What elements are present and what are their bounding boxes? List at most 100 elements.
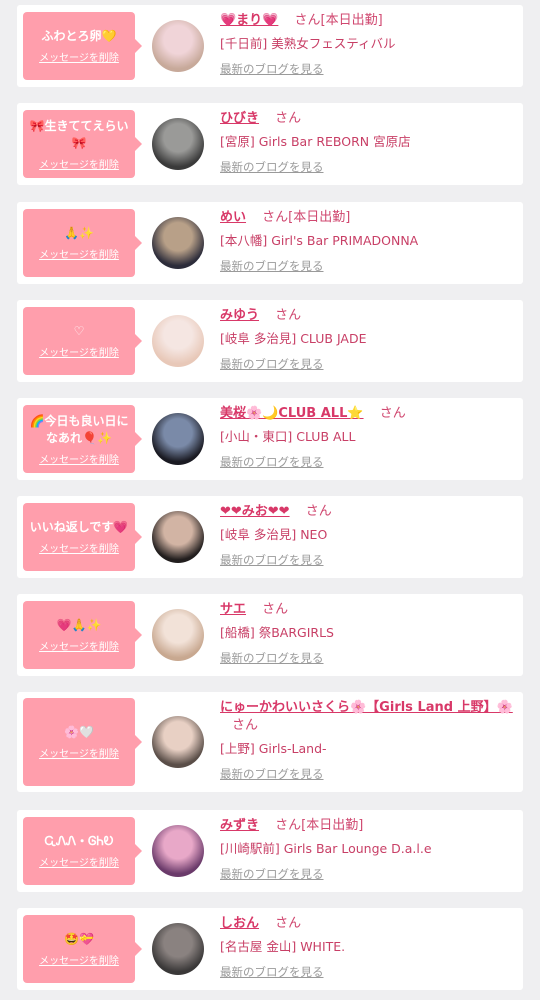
member-info: めい さん[本日出勤] [本八幡] Girl's Bar PRIMADONNA …: [220, 209, 518, 274]
shop-label: [本八幡] Girl's Bar PRIMADONNA: [220, 233, 419, 248]
message-card: 🙏✨ メッセージを削除 めい さん[本日出勤] [本八幡] Girl's Bar…: [17, 202, 523, 284]
message-bubble: 🌸🤍 メッセージを削除: [23, 698, 142, 786]
delete-message-link[interactable]: メッセージを削除: [23, 540, 135, 555]
message-text: ふわとろ卵💛: [41, 29, 117, 43]
avatar[interactable]: [152, 511, 204, 563]
message-text: 🎀生きててえらい🎀: [29, 118, 129, 150]
message-bubble: 🙏✨ メッセージを削除: [23, 209, 142, 277]
honorific: さん: [275, 818, 302, 833]
status-badge: [本日出勤]: [320, 13, 383, 28]
delete-message-link[interactable]: メッセージを削除: [23, 451, 135, 466]
delete-message-link[interactable]: メッセージを削除: [23, 344, 135, 359]
avatar[interactable]: [152, 716, 204, 768]
avatar[interactable]: [152, 413, 204, 465]
latest-blog-link[interactable]: 最新のブログを見る: [220, 964, 518, 980]
message-text: 💗🙏✨: [56, 618, 102, 632]
latest-blog-link[interactable]: 最新のブログを見る: [220, 866, 518, 882]
message-text: ᏩᏁᏁ・ᎶᏂᎧ: [44, 834, 114, 848]
message-card: 🎀生きててえらい🎀 メッセージを削除 ひびき さん [宮原] Girls Bar…: [17, 103, 523, 185]
message-card: ふわとろ卵💛 メッセージを削除 💗まり💗 さん[本日出勤] [千日前] 美熟女フ…: [17, 5, 523, 87]
delete-message-link[interactable]: メッセージを削除: [23, 854, 135, 869]
shop-label: [宮原] Girls Bar REBORN 宮原店: [220, 134, 411, 149]
message-card: ♡ メッセージを削除 みゆう さん [岐阜 多治見] CLUB JADE 最新の…: [17, 300, 523, 382]
avatar[interactable]: [152, 217, 204, 269]
message-text: 🌈今日も良い日になあれ🎈✨: [29, 413, 129, 445]
latest-blog-link[interactable]: 最新のブログを見る: [220, 552, 518, 568]
member-name-link[interactable]: ❤❤みお❤❤: [220, 504, 290, 519]
honorific: さん: [275, 308, 302, 323]
latest-blog-link[interactable]: 最新のブログを見る: [220, 356, 518, 372]
status-badge: [本日出勤]: [301, 818, 364, 833]
message-card: 🤩💝 メッセージを削除 しおん さん [名古屋 金山] WHITE. 最新のブロ…: [17, 908, 523, 990]
message-bubble: ふわとろ卵💛 メッセージを削除: [23, 12, 142, 80]
member-name-link[interactable]: めい: [220, 210, 246, 225]
member-name-link[interactable]: にゅーかわいいさくら🌸【Girls Land 上野】🌸: [220, 700, 513, 715]
shop-label: [船橋] 祭BARGIRLS: [220, 625, 334, 640]
member-name-link[interactable]: 美桜🌸🌙CLUB ALL⭐: [220, 406, 364, 421]
latest-blog-link[interactable]: 最新のブログを見る: [220, 159, 518, 175]
message-card: 🌸🤍 メッセージを削除 にゅーかわいいさくら🌸【Girls Land 上野】🌸 …: [17, 692, 523, 792]
honorific: さん: [379, 406, 406, 421]
message-bubble: 🤩💝 メッセージを削除: [23, 915, 142, 983]
member-info: ひびき さん [宮原] Girls Bar REBORN 宮原店 最新のブログを…: [220, 110, 518, 175]
delete-message-link[interactable]: メッセージを削除: [23, 246, 135, 261]
honorific: さん: [262, 210, 289, 225]
shop-label: [岐阜 多治見] CLUB JADE: [220, 331, 367, 346]
avatar[interactable]: [152, 923, 204, 975]
message-text: いいね返しです💗: [29, 520, 129, 534]
member-name-link[interactable]: みずき: [220, 818, 259, 833]
message-card: 💗🙏✨ メッセージを削除 サエ さん [船橋] 祭BARGIRLS 最新のブログ…: [17, 594, 523, 676]
member-info: みずき さん[本日出勤] [川崎駅前] Girls Bar Lounge D.a…: [220, 817, 518, 882]
latest-blog-link[interactable]: 最新のブログを見る: [220, 61, 518, 77]
honorific: さん: [275, 111, 302, 126]
shop-label: [上野] Girls-Land-: [220, 741, 327, 756]
message-text: ♡: [73, 324, 85, 338]
message-text: 🙏✨: [64, 226, 94, 240]
message-card: いいね返しです💗 メッセージを削除 ❤❤みお❤❤ さん [岐阜 多治見] NEO…: [17, 496, 523, 578]
avatar[interactable]: [152, 315, 204, 367]
delete-message-link[interactable]: メッセージを削除: [23, 638, 135, 653]
honorific: さん: [275, 916, 302, 931]
honorific: さん: [262, 602, 289, 617]
honorific: さん: [294, 13, 321, 28]
message-bubble: いいね返しです💗 メッセージを削除: [23, 503, 142, 571]
shop-label: [小山・東口] CLUB ALL: [220, 429, 356, 444]
status-badge: [本日出勤]: [288, 210, 351, 225]
latest-blog-link[interactable]: 最新のブログを見る: [220, 650, 518, 666]
message-bubble: 🌈今日も良い日になあれ🎈✨ メッセージを削除: [23, 405, 142, 473]
member-name-link[interactable]: みゆう: [220, 308, 259, 323]
member-info: 💗まり💗 さん[本日出勤] [千日前] 美熟女フェスティバル 最新のブログを見る: [220, 12, 518, 77]
member-info: サエ さん [船橋] 祭BARGIRLS 最新のブログを見る: [220, 601, 518, 666]
member-name-link[interactable]: ひびき: [220, 111, 259, 126]
delete-message-link[interactable]: メッセージを削除: [23, 952, 135, 967]
member-info: 美桜🌸🌙CLUB ALL⭐ さん [小山・東口] CLUB ALL 最新のブログ…: [220, 405, 518, 470]
message-card: ᏩᏁᏁ・ᎶᏂᎧ メッセージを削除 みずき さん[本日出勤] [川崎駅前] Gir…: [17, 810, 523, 892]
shop-label: [千日前] 美熟女フェスティバル: [220, 36, 396, 51]
latest-blog-link[interactable]: 最新のブログを見る: [220, 258, 518, 274]
delete-message-link[interactable]: メッセージを削除: [23, 745, 135, 760]
member-name-link[interactable]: しおん: [220, 916, 259, 931]
latest-blog-link[interactable]: 最新のブログを見る: [220, 766, 518, 782]
member-name-link[interactable]: 💗まり💗: [220, 13, 278, 28]
member-info: みゆう さん [岐阜 多治見] CLUB JADE 最新のブログを見る: [220, 307, 518, 372]
message-bubble: 🎀生きててえらい🎀 メッセージを削除: [23, 110, 142, 178]
latest-blog-link[interactable]: 最新のブログを見る: [220, 454, 518, 470]
honorific: さん: [232, 718, 259, 733]
shop-label: [川崎駅前] Girls Bar Lounge D.a.l.e: [220, 841, 432, 856]
honorific: さん: [305, 504, 332, 519]
delete-message-link[interactable]: メッセージを削除: [23, 156, 135, 171]
message-bubble: 💗🙏✨ メッセージを削除: [23, 601, 142, 669]
message-text: 🌸🤍: [64, 725, 94, 739]
delete-message-link[interactable]: メッセージを削除: [23, 49, 135, 64]
avatar[interactable]: [152, 118, 204, 170]
shop-label: [名古屋 金山] WHITE.: [220, 939, 346, 954]
member-info: しおん さん [名古屋 金山] WHITE. 最新のブログを見る: [220, 915, 518, 980]
message-bubble: ♡ メッセージを削除: [23, 307, 142, 375]
avatar[interactable]: [152, 825, 204, 877]
avatar[interactable]: [152, 20, 204, 72]
message-text: 🤩💝: [64, 932, 94, 946]
shop-label: [岐阜 多治見] NEO: [220, 527, 328, 542]
member-info: ❤❤みお❤❤ さん [岐阜 多治見] NEO 最新のブログを見る: [220, 503, 518, 568]
member-name-link[interactable]: サエ: [220, 602, 246, 617]
avatar[interactable]: [152, 609, 204, 661]
